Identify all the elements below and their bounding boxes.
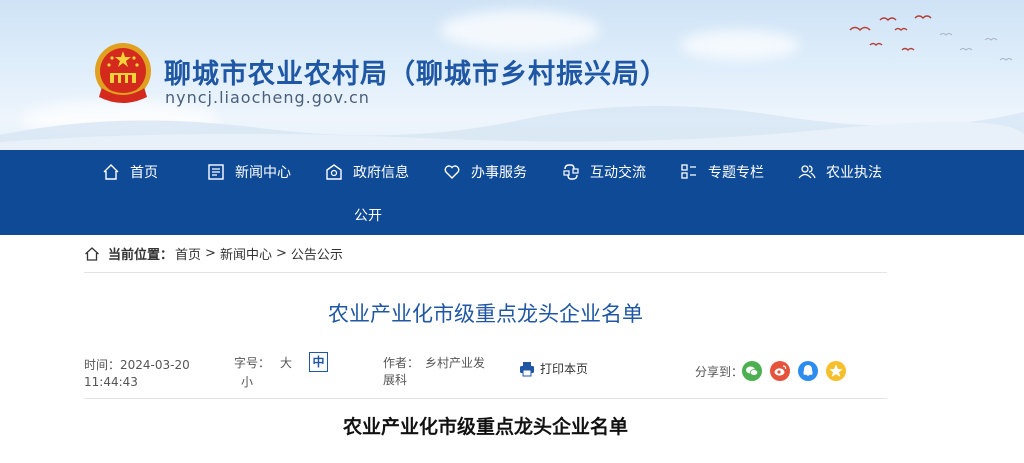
home-icon	[85, 246, 99, 261]
news-icon	[208, 164, 224, 180]
site-title: 聊城市农业农村局（聊城市乡村振兴局）	[164, 59, 668, 90]
nav-item-government-info[interactable]: 政府信息	[325, 160, 409, 184]
nav-item-interaction[interactable]: 互动交流	[562, 160, 646, 184]
printer-icon	[520, 361, 534, 376]
heart-icon	[444, 165, 460, 179]
fontsize-small-button[interactable]: 小	[241, 374, 253, 391]
breadcrumb-separator: >	[275, 246, 287, 261]
publish-date: 2024-03-20	[120, 358, 190, 372]
breadcrumb-link-news[interactable]: 新闻中心	[220, 244, 272, 263]
government-info-icon	[326, 164, 342, 180]
divider	[84, 398, 887, 399]
nav-item-services[interactable]: 办事服务	[443, 160, 527, 184]
divider	[84, 272, 887, 273]
share-label: 分享到：	[695, 365, 744, 379]
breadcrumb-link-home[interactable]: 首页	[175, 244, 201, 263]
breadcrumb: 当前位置： 首页 > 新闻中心 > 公告公示	[84, 244, 343, 263]
breadcrumb-label: 当前位置：	[108, 248, 174, 263]
nav-item-law-enforcement[interactable]: 农业执法	[798, 160, 882, 184]
qq-icon[interactable]	[798, 361, 818, 381]
author-name-line2: 展科	[383, 373, 408, 387]
breadcrumb-link-announcements[interactable]: 公告公示	[291, 244, 343, 263]
grid-icon	[681, 164, 696, 179]
home-icon	[103, 164, 119, 180]
author-name-line1: 乡村产业发	[425, 356, 486, 370]
nav-item-news[interactable]: 新闻中心	[207, 160, 291, 184]
nav-item-label: 农业执法	[826, 165, 882, 181]
nav-item-home[interactable]: 首页	[102, 160, 158, 184]
nav-item-label: 首页	[130, 165, 158, 181]
nav-item-label: 政府信息	[353, 165, 409, 181]
fontsize-medium-button[interactable]: 中	[309, 352, 328, 372]
author-label: 作者：	[383, 356, 420, 370]
nav-item-label: 办事服务	[471, 165, 527, 181]
birds-decoration	[849, 15, 1013, 61]
users-icon	[798, 165, 816, 179]
national-emblem-icon	[95, 43, 151, 103]
breadcrumb-separator: >	[205, 246, 216, 261]
print-label: 打印本页	[540, 362, 589, 376]
publish-time: 时间：2024-03-20 11:44:43	[84, 357, 190, 391]
qzone-icon[interactable]	[826, 361, 846, 381]
article-title: 农业产业化市级重点龙头企业名单	[328, 302, 643, 326]
wechat-icon[interactable]	[742, 361, 762, 381]
nav-item-label: 互动交流	[590, 165, 646, 181]
nav-item-label: 专题专栏	[708, 165, 764, 181]
nav-item-special-topics[interactable]: 专题专栏	[680, 160, 764, 184]
nav-item-label: 新闻中心	[235, 165, 291, 181]
site-url: nyncj.liaocheng.gov.cn	[165, 88, 370, 107]
nav-sub-label[interactable]: 公开	[354, 205, 382, 225]
print-button[interactable]: 打印本页	[519, 360, 588, 377]
time-label: 时间：	[84, 358, 121, 372]
weibo-icon[interactable]	[770, 361, 790, 381]
author: 作者： 乡村产业发 展科	[383, 355, 485, 389]
fontsize-large-button[interactable]: 大	[280, 355, 292, 372]
header-banner: 聊城市农业农村局（聊城市乡村振兴局） nyncj.liaocheng.gov.c…	[0, 0, 1024, 150]
main-nav: 首页 新闻中心 政府信息 办事服务 互动交流 专题专栏 农业执法 公开	[0, 150, 1024, 235]
fontsize-label: 字号：	[234, 356, 271, 370]
publish-clock: 11:44:43	[84, 375, 138, 389]
content-title: 农业产业化市级重点龙头企业名单	[342, 416, 628, 438]
interaction-icon	[563, 164, 579, 180]
